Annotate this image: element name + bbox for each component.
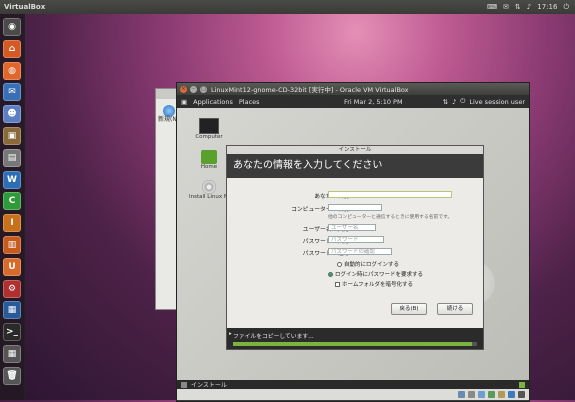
home-folder-icon xyxy=(201,150,217,164)
auto-login-label: 自動的にログインする xyxy=(344,262,400,268)
launcher-terminal-icon[interactable]: >_ xyxy=(3,323,21,342)
show-desktop-icon[interactable] xyxy=(181,381,187,388)
computer-label: Computer xyxy=(195,134,223,140)
app-title: VirtualBox xyxy=(4,3,46,11)
launcher-firefox-icon[interactable]: ◍ xyxy=(3,61,21,80)
workspace-icon[interactable] xyxy=(519,381,525,388)
cd-icon[interactable] xyxy=(468,391,475,398)
desktop-icon-home[interactable]: Home xyxy=(189,150,229,170)
mouse-integration-icon[interactable] xyxy=(508,391,515,398)
guest-bottom-panel: インストール xyxy=(177,380,529,389)
places-menu[interactable]: Places xyxy=(239,98,260,106)
encrypt-home-option[interactable]: ホームフォルダを暗号化する xyxy=(335,280,413,288)
launcher-libreoffice-calc-icon[interactable]: C xyxy=(3,192,21,211)
installer-heading: あなたの情報を入力してください xyxy=(227,154,483,178)
auto-login-option[interactable]: 自動的にログインする xyxy=(337,260,399,268)
require-password-option[interactable]: ログイン時にパスワードを要求する xyxy=(328,270,423,278)
network-icon[interactable]: ⇅ xyxy=(443,98,448,106)
network-icon[interactable]: ⇅ xyxy=(515,3,521,11)
launcher-system-settings-icon[interactable]: ⚙ xyxy=(3,279,21,298)
guest-menu-icon[interactable]: ▣ xyxy=(181,98,187,106)
taskbar-item-install[interactable]: インストール xyxy=(191,380,227,389)
volume-icon[interactable]: ♪ xyxy=(527,3,531,11)
confirm-password-input[interactable]: パスワードの確認 xyxy=(328,248,392,255)
launcher-empathy-icon[interactable]: ☻ xyxy=(3,105,21,124)
close-icon[interactable]: × xyxy=(180,85,187,93)
password-input[interactable]: パスワード xyxy=(328,236,384,243)
progress-bar-fill xyxy=(233,342,473,346)
minimize-icon[interactable]: – xyxy=(190,85,197,93)
launcher: ◉ ⌂ ◍ ✉ ☻ ▣ ▤ W C I ▥ U ⚙ ▦ >_ ▦ 🗑 xyxy=(0,14,25,400)
volume-icon[interactable]: ♪ xyxy=(452,98,456,106)
launcher-shotwell-icon[interactable]: ▣ xyxy=(3,127,21,145)
usb-icon[interactable] xyxy=(478,391,485,398)
username-input[interactable]: ユーザー名 xyxy=(328,224,376,231)
hdd-icon[interactable] xyxy=(458,391,465,398)
home-label: Home xyxy=(200,164,218,170)
desktop-icon-install[interactable]: Install Linux Mint xyxy=(189,180,236,200)
computer-name-hint: 他のコンピューターと通信するときに使用する名前です。 xyxy=(328,215,453,220)
progress-bar xyxy=(233,342,477,346)
desktop-icon-computer[interactable]: Computer xyxy=(189,118,229,140)
guest-clock[interactable]: Fri Mar 2, 5:10 PM xyxy=(344,98,403,106)
disc-icon xyxy=(202,180,216,194)
guest-top-panel: ▣ Applications Places Fri Mar 2, 5:10 PM… xyxy=(177,95,529,108)
shared-folder-icon[interactable] xyxy=(498,391,505,398)
host-key-icon[interactable] xyxy=(518,391,525,398)
progress-area: ▸ ファイルをコピーしています... xyxy=(227,328,483,349)
top-panel: VirtualBox ⌨ ✉ ⇅ ♪ 17:16 ⏻ xyxy=(0,0,575,14)
launcher-virtualbox-icon[interactable]: ▦ xyxy=(3,301,21,320)
launcher-ubuntu-software-center-icon[interactable]: ▥ xyxy=(3,236,21,254)
power-icon[interactable]: ⏻ xyxy=(460,97,465,106)
continue-button[interactable]: 続ける xyxy=(437,303,473,315)
launcher-trash-icon[interactable]: 🗑 xyxy=(3,366,21,385)
maximize-icon[interactable]: □ xyxy=(200,85,207,93)
vbox-status-bar xyxy=(177,389,529,400)
expander-arrow-icon[interactable]: ▸ xyxy=(229,331,232,337)
keyboard-icon[interactable]: ⌨ xyxy=(487,3,497,11)
launcher-ubuntu-one-icon[interactable]: U xyxy=(3,257,21,276)
vbox-title: LinuxMint12-gnome-CD-32bit [実行中] - Oracl… xyxy=(211,86,409,94)
vbox-titlebar[interactable]: × – □ LinuxMint12-gnome-CD-32bit [実行中] -… xyxy=(177,83,529,95)
computer-name-input[interactable] xyxy=(328,204,382,211)
launcher-libreoffice-impress-icon[interactable]: I xyxy=(3,214,21,233)
your-name-input[interactable] xyxy=(328,191,452,198)
session-user[interactable]: Live session user xyxy=(469,98,525,106)
applications-menu[interactable]: Applications xyxy=(193,98,233,106)
require-password-radio[interactable] xyxy=(328,271,333,277)
encrypt-home-checkbox[interactable] xyxy=(335,281,340,287)
network-adapter-icon[interactable] xyxy=(488,391,495,398)
progress-text: ファイルをコピーしています... xyxy=(233,334,314,340)
launcher-dash-home-icon[interactable]: ◉ xyxy=(3,18,21,36)
install-label: Install Linux Mint xyxy=(189,194,236,200)
system-tray: ⌨ ✉ ⇅ ♪ 17:16 ⏻ xyxy=(487,3,575,12)
installer-titlebar[interactable]: インストール xyxy=(227,146,483,154)
clock[interactable]: 17:16 xyxy=(537,3,557,11)
auto-login-radio[interactable] xyxy=(337,261,342,267)
installer-window: インストール あなたの情報を入力してください あなたの名前: コンピューターの名… xyxy=(226,145,484,350)
launcher-libreoffice-icon[interactable]: ▤ xyxy=(3,148,21,167)
encrypt-home-label: ホームフォルダを暗号化する xyxy=(342,282,414,288)
launcher-home-folder-icon[interactable]: ⌂ xyxy=(3,39,21,58)
power-icon[interactable]: ⏻ xyxy=(563,3,569,12)
launcher-thunderbird-icon[interactable]: ✉ xyxy=(3,83,21,102)
launcher-workspace-switcher-icon[interactable]: ▦ xyxy=(3,345,21,363)
launcher-libreoffice-writer-icon[interactable]: W xyxy=(3,170,21,189)
back-button[interactable]: 戻る(B) xyxy=(391,303,427,315)
mail-icon[interactable]: ✉ xyxy=(503,3,509,11)
computer-icon xyxy=(199,118,219,134)
require-password-label: ログイン時にパスワードを要求する xyxy=(335,272,424,278)
